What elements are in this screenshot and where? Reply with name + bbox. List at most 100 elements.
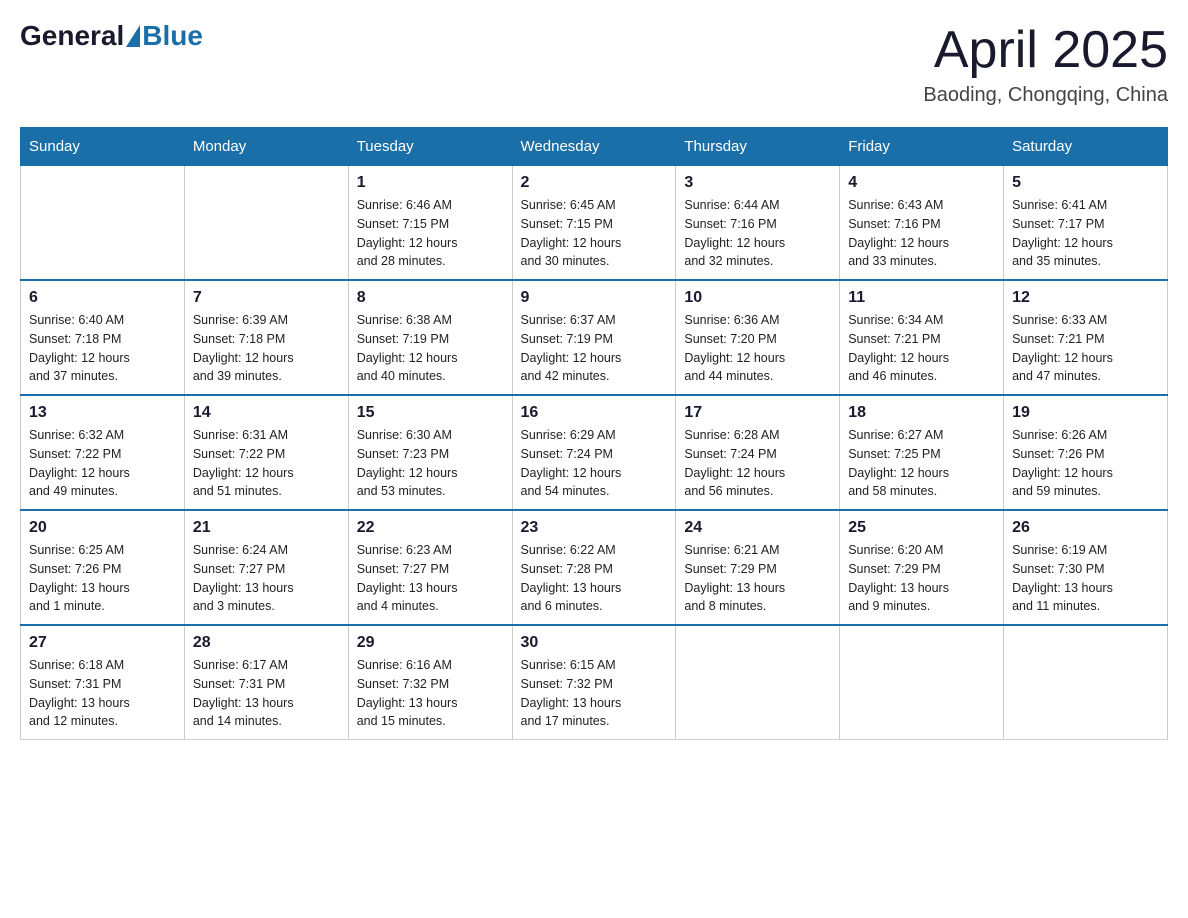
day-number: 27 bbox=[29, 634, 176, 652]
calendar-cell: 24 Sunrise: 6:21 AM Sunset: 7:29 PM Dayli… bbox=[676, 510, 840, 625]
day-info: Sunrise: 6:18 AM Sunset: 7:31 PM Dayligh… bbox=[29, 656, 176, 731]
day-info: Sunrise: 6:45 AM Sunset: 7:15 PM Dayligh… bbox=[521, 196, 668, 271]
calendar-cell: 12 Sunrise: 6:33 AM Sunset: 7:21 PM Dayli… bbox=[1004, 280, 1168, 395]
day-info: Sunrise: 6:20 AM Sunset: 7:29 PM Dayligh… bbox=[848, 541, 995, 616]
day-info: Sunrise: 6:41 AM Sunset: 7:17 PM Dayligh… bbox=[1012, 196, 1159, 271]
day-number: 7 bbox=[193, 289, 340, 307]
day-number: 1 bbox=[357, 174, 504, 192]
calendar-cell: 17 Sunrise: 6:28 AM Sunset: 7:24 PM Dayli… bbox=[676, 395, 840, 510]
day-info: Sunrise: 6:37 AM Sunset: 7:19 PM Dayligh… bbox=[521, 311, 668, 386]
month-title: April 2025 bbox=[923, 20, 1168, 80]
day-number: 16 bbox=[521, 404, 668, 422]
day-number: 30 bbox=[521, 634, 668, 652]
calendar-cell: 26 Sunrise: 6:19 AM Sunset: 7:30 PM Dayli… bbox=[1004, 510, 1168, 625]
calendar-cell: 13 Sunrise: 6:32 AM Sunset: 7:22 PM Dayli… bbox=[21, 395, 185, 510]
calendar-cell: 1 Sunrise: 6:46 AM Sunset: 7:15 PM Daylig… bbox=[348, 166, 512, 281]
day-number: 17 bbox=[684, 404, 831, 422]
calendar-cell: 16 Sunrise: 6:29 AM Sunset: 7:24 PM Dayli… bbox=[512, 395, 676, 510]
day-info: Sunrise: 6:39 AM Sunset: 7:18 PM Dayligh… bbox=[193, 311, 340, 386]
calendar-cell: 25 Sunrise: 6:20 AM Sunset: 7:29 PM Dayli… bbox=[840, 510, 1004, 625]
day-number: 5 bbox=[1012, 174, 1159, 192]
day-number: 23 bbox=[521, 519, 668, 537]
day-number: 25 bbox=[848, 519, 995, 537]
day-info: Sunrise: 6:25 AM Sunset: 7:26 PM Dayligh… bbox=[29, 541, 176, 616]
day-info: Sunrise: 6:40 AM Sunset: 7:18 PM Dayligh… bbox=[29, 311, 176, 386]
day-info: Sunrise: 6:16 AM Sunset: 7:32 PM Dayligh… bbox=[357, 656, 504, 731]
calendar-table: SundayMondayTuesdayWednesdayThursdayFrid… bbox=[20, 127, 1168, 740]
weekday-header-monday: Monday bbox=[184, 128, 348, 166]
weekday-header-saturday: Saturday bbox=[1004, 128, 1168, 166]
title-section: April 2025 Baoding, Chongqing, China bbox=[923, 20, 1168, 107]
day-number: 28 bbox=[193, 634, 340, 652]
calendar-week-row: 20 Sunrise: 6:25 AM Sunset: 7:26 PM Dayli… bbox=[21, 510, 1168, 625]
day-info: Sunrise: 6:46 AM Sunset: 7:15 PM Dayligh… bbox=[357, 196, 504, 271]
day-number: 20 bbox=[29, 519, 176, 537]
calendar-cell: 21Sunrise: 6:24 AM Sunset: 7:27 PM Dayli… bbox=[184, 510, 348, 625]
calendar-cell bbox=[676, 625, 840, 740]
day-info: Sunrise: 6:33 AM Sunset: 7:21 PM Dayligh… bbox=[1012, 311, 1159, 386]
day-info: Sunrise: 6:32 AM Sunset: 7:22 PM Dayligh… bbox=[29, 426, 176, 501]
day-info: Sunrise: 6:38 AM Sunset: 7:19 PM Dayligh… bbox=[357, 311, 504, 386]
calendar-header-row: SundayMondayTuesdayWednesdayThursdayFrid… bbox=[21, 128, 1168, 166]
day-info: Sunrise: 6:30 AM Sunset: 7:23 PM Dayligh… bbox=[357, 426, 504, 501]
day-info: Sunrise: 6:28 AM Sunset: 7:24 PM Dayligh… bbox=[684, 426, 831, 501]
calendar-cell: 7 Sunrise: 6:39 AM Sunset: 7:18 PM Daylig… bbox=[184, 280, 348, 395]
day-info: Sunrise: 6:44 AM Sunset: 7:16 PM Dayligh… bbox=[684, 196, 831, 271]
calendar-cell: 6 Sunrise: 6:40 AM Sunset: 7:18 PM Daylig… bbox=[21, 280, 185, 395]
calendar-cell bbox=[840, 625, 1004, 740]
day-info: Sunrise: 6:31 AM Sunset: 7:22 PM Dayligh… bbox=[193, 426, 340, 501]
calendar-week-row: 13 Sunrise: 6:32 AM Sunset: 7:22 PM Dayli… bbox=[21, 395, 1168, 510]
day-info: Sunrise: 6:34 AM Sunset: 7:21 PM Dayligh… bbox=[848, 311, 995, 386]
calendar-cell: 9 Sunrise: 6:37 AM Sunset: 7:19 PM Daylig… bbox=[512, 280, 676, 395]
day-number: 29 bbox=[357, 634, 504, 652]
day-number: 9 bbox=[521, 289, 668, 307]
calendar-cell: 29 Sunrise: 6:16 AM Sunset: 7:32 PM Dayli… bbox=[348, 625, 512, 740]
calendar-cell: 10 Sunrise: 6:36 AM Sunset: 7:20 PM Dayli… bbox=[676, 280, 840, 395]
day-info: Sunrise: 6:22 AM Sunset: 7:28 PM Dayligh… bbox=[521, 541, 668, 616]
calendar-cell: 11 Sunrise: 6:34 AM Sunset: 7:21 PM Dayli… bbox=[840, 280, 1004, 395]
weekday-header-thursday: Thursday bbox=[676, 128, 840, 166]
day-info: Sunrise: 6:29 AM Sunset: 7:24 PM Dayligh… bbox=[521, 426, 668, 501]
logo-general-text: General bbox=[20, 20, 124, 52]
day-info: Sunrise: 6:27 AM Sunset: 7:25 PM Dayligh… bbox=[848, 426, 995, 501]
day-info: Sunrise: 6:43 AM Sunset: 7:16 PM Dayligh… bbox=[848, 196, 995, 271]
day-info: Sunrise: 6:19 AM Sunset: 7:30 PM Dayligh… bbox=[1012, 541, 1159, 616]
calendar-cell: 3 Sunrise: 6:44 AM Sunset: 7:16 PM Daylig… bbox=[676, 166, 840, 281]
calendar-cell bbox=[1004, 625, 1168, 740]
calendar-week-row: 27 Sunrise: 6:18 AM Sunset: 7:31 PM Dayli… bbox=[21, 625, 1168, 740]
day-number: 18 bbox=[848, 404, 995, 422]
day-number: 14 bbox=[193, 404, 340, 422]
weekday-header-tuesday: Tuesday bbox=[348, 128, 512, 166]
day-number: 12 bbox=[1012, 289, 1159, 307]
day-number: 10 bbox=[684, 289, 831, 307]
calendar-cell: 5 Sunrise: 6:41 AM Sunset: 7:17 PM Daylig… bbox=[1004, 166, 1168, 281]
day-info: Sunrise: 6:15 AM Sunset: 7:32 PM Dayligh… bbox=[521, 656, 668, 731]
day-number: 11 bbox=[848, 289, 995, 307]
day-number: 2 bbox=[521, 174, 668, 192]
day-number: 24 bbox=[684, 519, 831, 537]
calendar-cell bbox=[21, 166, 185, 281]
day-info: Sunrise: 6:36 AM Sunset: 7:20 PM Dayligh… bbox=[684, 311, 831, 386]
logo: General Blue bbox=[20, 20, 203, 52]
calendar-cell: 27 Sunrise: 6:18 AM Sunset: 7:31 PM Dayli… bbox=[21, 625, 185, 740]
day-number: 6 bbox=[29, 289, 176, 307]
page-header: General Blue April 2025 Baoding, Chongqi… bbox=[20, 20, 1168, 107]
calendar-cell: 20 Sunrise: 6:25 AM Sunset: 7:26 PM Dayli… bbox=[21, 510, 185, 625]
day-info: Sunrise: 6:17 AM Sunset: 7:31 PM Dayligh… bbox=[193, 656, 340, 731]
day-number: 13 bbox=[29, 404, 176, 422]
day-number: 4 bbox=[848, 174, 995, 192]
calendar-cell: 2 Sunrise: 6:45 AM Sunset: 7:15 PM Daylig… bbox=[512, 166, 676, 281]
weekday-header-friday: Friday bbox=[840, 128, 1004, 166]
calendar-cell: 30 Sunrise: 6:15 AM Sunset: 7:32 PM Dayli… bbox=[512, 625, 676, 740]
calendar-cell: 14 Sunrise: 6:31 AM Sunset: 7:22 PM Dayli… bbox=[184, 395, 348, 510]
calendar-cell: 18 Sunrise: 6:27 AM Sunset: 7:25 PM Dayli… bbox=[840, 395, 1004, 510]
day-info: Sunrise: 6:24 AM Sunset: 7:27 PM Dayligh… bbox=[193, 541, 340, 616]
day-number: 3 bbox=[684, 174, 831, 192]
day-number: 19 bbox=[1012, 404, 1159, 422]
logo-blue-text: Blue bbox=[142, 20, 203, 52]
day-number: 26 bbox=[1012, 519, 1159, 537]
calendar-cell: 19Sunrise: 6:26 AM Sunset: 7:26 PM Dayli… bbox=[1004, 395, 1168, 510]
location-label: Baoding, Chongqing, China bbox=[923, 84, 1168, 107]
day-info: Sunrise: 6:21 AM Sunset: 7:29 PM Dayligh… bbox=[684, 541, 831, 616]
calendar-cell: 8Sunrise: 6:38 AM Sunset: 7:19 PM Daylig… bbox=[348, 280, 512, 395]
